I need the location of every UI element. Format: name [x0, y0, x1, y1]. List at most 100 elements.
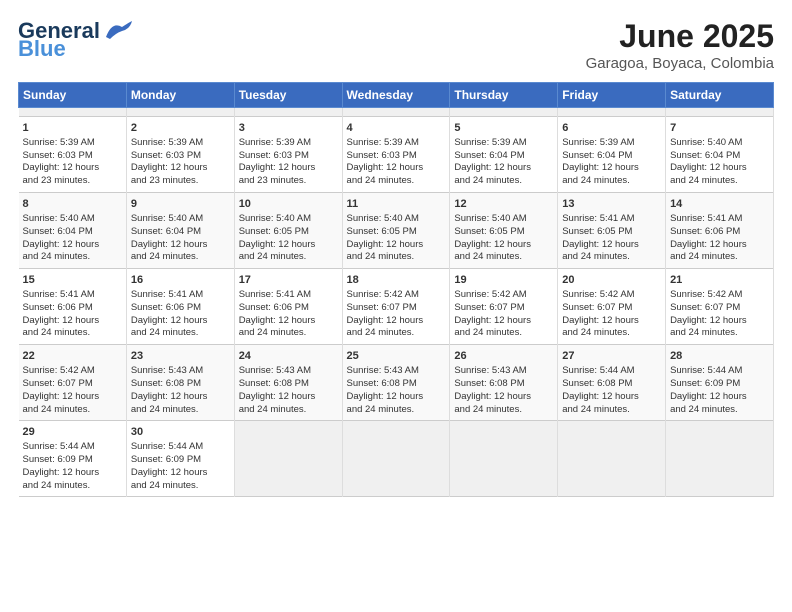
sunrise-info: Sunrise: 5:41 AM [23, 289, 95, 300]
daylight-info: Daylight: 12 hours [562, 315, 639, 326]
day-number: 22 [23, 349, 122, 364]
calendar-week-row [19, 108, 774, 117]
daylight-minutes: and 24 minutes. [670, 251, 738, 262]
sunset-info: Sunset: 6:07 PM [670, 302, 740, 313]
daylight-info: Daylight: 12 hours [131, 315, 208, 326]
daylight-info: Daylight: 12 hours [131, 239, 208, 250]
header-saturday: Saturday [666, 83, 774, 108]
daylight-minutes: and 24 minutes. [562, 404, 630, 415]
header-tuesday: Tuesday [234, 83, 342, 108]
day-number: 13 [562, 197, 661, 212]
daylight-info: Daylight: 12 hours [454, 239, 531, 250]
calendar-cell [450, 421, 558, 497]
sunset-info: Sunset: 6:08 PM [454, 378, 524, 389]
day-number: 19 [454, 273, 553, 288]
header: General Blue June 2025 Garagoa, Boyaca, … [18, 18, 774, 72]
daylight-minutes: and 24 minutes. [131, 404, 199, 415]
day-number: 6 [562, 121, 661, 136]
calendar-cell: 25Sunrise: 5:43 AMSunset: 6:08 PMDayligh… [342, 345, 450, 421]
calendar-cell [450, 108, 558, 117]
sunrise-info: Sunrise: 5:41 AM [131, 289, 203, 300]
header-thursday: Thursday [450, 83, 558, 108]
day-number: 3 [239, 121, 338, 136]
sunset-info: Sunset: 6:05 PM [454, 226, 524, 237]
sunrise-info: Sunrise: 5:43 AM [239, 365, 311, 376]
calendar-cell: 18Sunrise: 5:42 AMSunset: 6:07 PMDayligh… [342, 269, 450, 345]
header-sunday: Sunday [19, 83, 127, 108]
daylight-info: Daylight: 12 hours [239, 239, 316, 250]
sunset-info: Sunset: 6:09 PM [131, 454, 201, 465]
title-block: June 2025 Garagoa, Boyaca, Colombia [586, 18, 774, 72]
day-number: 30 [131, 425, 230, 440]
daylight-minutes: and 24 minutes. [131, 480, 199, 491]
sunset-info: Sunset: 6:05 PM [239, 226, 309, 237]
calendar-cell: 20Sunrise: 5:42 AMSunset: 6:07 PMDayligh… [558, 269, 666, 345]
sunrise-info: Sunrise: 5:44 AM [23, 441, 95, 452]
sunrise-info: Sunrise: 5:40 AM [23, 213, 95, 224]
day-number: 21 [670, 273, 769, 288]
calendar-cell: 6Sunrise: 5:39 AMSunset: 6:04 PMDaylight… [558, 117, 666, 193]
daylight-info: Daylight: 12 hours [347, 162, 424, 173]
calendar-cell: 4Sunrise: 5:39 AM Sunset: 6:03 PMDaylight… [342, 117, 450, 193]
daylight-minutes: and 23 minutes. [239, 175, 307, 186]
day-number: 7 [670, 121, 769, 136]
day-number: 18 [347, 273, 446, 288]
calendar-cell [234, 421, 342, 497]
header-wednesday: Wednesday [342, 83, 450, 108]
day-number: 14 [670, 197, 769, 212]
daylight-info: Daylight: 12 hours [670, 391, 747, 402]
sunrise-info: Sunrise: 5:42 AM [454, 289, 526, 300]
sunrise-info: Sunrise: 5:39 AM [23, 137, 95, 148]
sunset-info: Sunset: 6:08 PM [347, 378, 417, 389]
calendar-cell: 8Sunrise: 5:40 AMSunset: 6:04 PMDaylight… [19, 193, 127, 269]
calendar-cell: 14Sunrise: 5:41 AMSunset: 6:06 PMDayligh… [666, 193, 774, 269]
day-number: 24 [239, 349, 338, 364]
calendar-cell: 11Sunrise: 5:40 AMSunset: 6:05 PMDayligh… [342, 193, 450, 269]
sunset-info: Sunset: 6:03 PM [347, 150, 417, 161]
sunset-info: Sunset: 6:04 PM [23, 226, 93, 237]
sunset-info: Sunset: 6:08 PM [562, 378, 632, 389]
daylight-minutes: and 23 minutes. [23, 175, 91, 186]
daylight-minutes: and 24 minutes. [23, 251, 91, 262]
day-number: 10 [239, 197, 338, 212]
day-number: 1 [23, 121, 122, 136]
calendar-cell: 19Sunrise: 5:42 AMSunset: 6:07 PMDayligh… [450, 269, 558, 345]
daylight-minutes: and 24 minutes. [239, 327, 307, 338]
daylight-minutes: and 24 minutes. [670, 175, 738, 186]
daylight-minutes: and 23 minutes. [131, 175, 199, 186]
daylight-minutes: and 24 minutes. [239, 404, 307, 415]
calendar-cell: 30Sunrise: 5:44 AMSunset: 6:09 PMDayligh… [126, 421, 234, 497]
daylight-minutes: and 24 minutes. [454, 404, 522, 415]
calendar-cell: 15Sunrise: 5:41 AMSunset: 6:06 PMDayligh… [19, 269, 127, 345]
day-number: 12 [454, 197, 553, 212]
day-number: 4 [347, 121, 446, 136]
daylight-info: Daylight: 12 hours [347, 315, 424, 326]
calendar-cell: 16Sunrise: 5:41 AMSunset: 6:06 PMDayligh… [126, 269, 234, 345]
daylight-info: Daylight: 12 hours [454, 391, 531, 402]
daylight-minutes: and 24 minutes. [347, 404, 415, 415]
sunset-info: Sunset: 6:03 PM [131, 150, 201, 161]
sunset-info: Sunset: 6:04 PM [562, 150, 632, 161]
sunrise-info: Sunrise: 5:40 AM [670, 137, 742, 148]
calendar-cell [666, 421, 774, 497]
daylight-minutes: and 24 minutes. [23, 327, 91, 338]
sunset-info: Sunset: 6:08 PM [131, 378, 201, 389]
daylight-info: Daylight: 12 hours [23, 391, 100, 402]
daylight-minutes: and 24 minutes. [239, 251, 307, 262]
day-number: 26 [454, 349, 553, 364]
day-number: 15 [23, 273, 122, 288]
daylight-minutes: and 24 minutes. [347, 251, 415, 262]
calendar-header-row: Sunday Monday Tuesday Wednesday Thursday… [19, 83, 774, 108]
sunrise-info: Sunrise: 5:40 AM [347, 213, 419, 224]
daylight-minutes: and 24 minutes. [347, 327, 415, 338]
daylight-info: Daylight: 12 hours [670, 162, 747, 173]
logo-bird-icon [102, 19, 134, 41]
sunset-info: Sunset: 6:03 PM [23, 150, 93, 161]
calendar-cell [342, 108, 450, 117]
daylight-minutes: and 24 minutes. [454, 175, 522, 186]
sunrise-info: Sunrise: 5:39 AM [347, 137, 419, 148]
logo: General Blue [18, 18, 134, 62]
daylight-minutes: and 24 minutes. [347, 175, 415, 186]
calendar-subtitle: Garagoa, Boyaca, Colombia [586, 55, 774, 72]
calendar-cell: 22Sunrise: 5:42 AMSunset: 6:07 PMDayligh… [19, 345, 127, 421]
